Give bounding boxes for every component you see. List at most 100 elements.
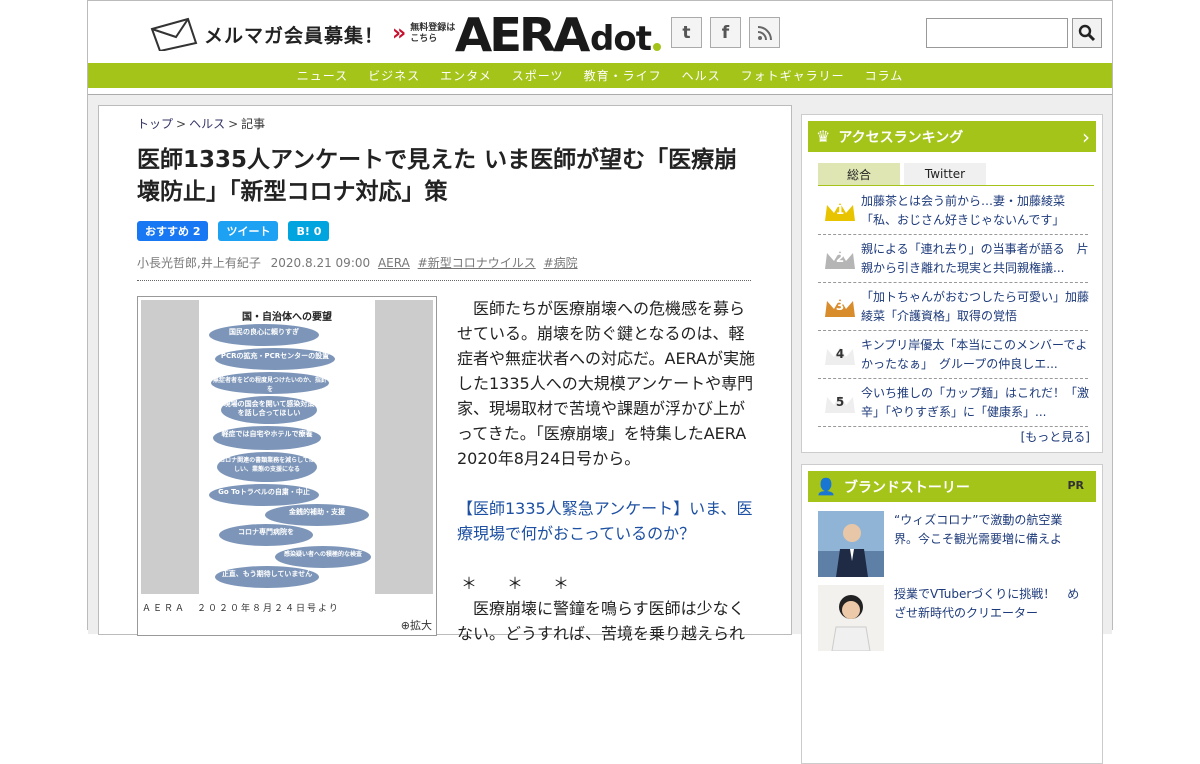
thumbnail-image [818, 585, 884, 651]
ranking-item-title: 今いち推しの「カップ麺」はこれだ！「激辛」「やりすぎ系」に「健康系」... [861, 386, 1089, 419]
ranking-tabs: 総合 Twitter [818, 163, 986, 185]
share-buttons: おすすめ 2 ツイート B! 0 [137, 221, 330, 241]
tag-hospital[interactable]: #病院 [544, 256, 578, 270]
nav-item-photo[interactable]: フォトギャラリー [731, 67, 855, 84]
search-button[interactable] [1072, 18, 1102, 48]
related-link[interactable]: 【医師1335人緊急アンケート】いま、医療現場で何がおこっているのか？ [457, 496, 757, 546]
mailmag-text: メルマガ会員募集！ [204, 24, 385, 47]
section-break: ＊＊＊ [461, 574, 600, 593]
nav-item-business[interactable]: ビジネス [358, 67, 430, 84]
poster-title: 国・自治体への要望 [242, 312, 332, 323]
search-input[interactable] [926, 18, 1068, 48]
search-box [926, 18, 1102, 48]
ranking-item[interactable]: 3 「加トちゃんがおむつしたら可愛い」加藤綾菜「介護資格」取得の覚悟 [818, 283, 1089, 331]
poster-bubble: コロナ関連の書類業務を減らしてほしい、業態の支援になる [217, 452, 317, 482]
main-nav: ニュース ビジネス エンタメ スポーツ 教育・ライフ ヘルス フォトギャラリー … [88, 63, 1112, 88]
mailmag-small-line2: こちら [410, 34, 438, 44]
mailmag-small: 無料登録は こちら [410, 23, 456, 45]
tab-overall[interactable]: 総合 [818, 163, 900, 185]
zoom-button[interactable]: ⊕拡大 [401, 617, 432, 633]
ranking-item-title: 「加トちゃんがおむつしたら可愛い」加藤綾菜「介護資格」取得の覚悟 [861, 290, 1089, 323]
more-link[interactable]: [もっと見る] [1021, 428, 1090, 445]
poster-bubble: 国民の良心に頼りすぎ [209, 324, 319, 346]
facebook-share-button[interactable]: おすすめ 2 [137, 221, 209, 241]
rank-number: 3 [835, 299, 845, 313]
chevron-right-icon: > [228, 117, 239, 131]
tab-twitter[interactable]: Twitter [904, 163, 986, 185]
nav-item-health[interactable]: ヘルス [672, 67, 731, 84]
ranking-item[interactable]: 2 親による「連れ去り」の当事者が語る 片親から引き離れた現実と共同親権議... [818, 235, 1089, 283]
facebook-icon[interactable]: f [710, 17, 741, 48]
nav-item-column[interactable]: コラム [855, 67, 914, 84]
chevron-right-icon: > [176, 117, 187, 131]
zoom-label: 拡大 [410, 619, 432, 632]
page-title: 医師1335人アンケートで見えた いま医師が望む「医療崩壊防止」「新型コロナ対応… [137, 147, 738, 205]
logo-aera: AERA [454, 8, 591, 62]
byline: 小長光哲郎,井上有紀子 2020.8.21 09:00 AERA #新型コロナウ… [137, 254, 578, 271]
chevron-right-icon: › [1082, 125, 1090, 149]
tag-aera[interactable]: AERA [378, 256, 410, 270]
body-paragraph: 医師たちが医療崩壊への危機感を募らせている。崩壊を防ぐ鍵となるのは、軽症者や無症… [457, 299, 755, 468]
breadcrumb: トップ > ヘルス > 記事 [137, 115, 265, 132]
envelope-icon [148, 17, 200, 53]
tab-underline [818, 185, 1094, 186]
ranking-item[interactable]: 4 キンプリ岸優太「本当にこのメンバーでよかったなぁ」 グループの仲良しエ... [818, 331, 1088, 379]
breadcrumb-section[interactable]: ヘルス [189, 117, 225, 131]
ranking-panel: ♛ アクセスランキング › 総合 Twitter 1 加藤茶とは会う前から…妻・… [801, 114, 1103, 453]
poster-image: 国・自治体への要望 国民の良心に頼りすぎ PCRの拡充・PCRセンターの設置 無… [199, 300, 375, 594]
poster-bubble: Go Toトラベルの自粛・中止 [209, 484, 319, 506]
nav-item-entame[interactable]: エンタメ [430, 67, 502, 84]
tag-covid[interactable]: #新型コロナウイルス [418, 256, 536, 270]
rank-number: 1 [835, 203, 845, 217]
mailmag-banner[interactable]: メルマガ会員募集！ » 無料登録は こちら [148, 17, 456, 53]
article-body: 医師たちが医療崩壊への危機感を募らせている。崩壊を防ぐ鍵となるのは、軽症者や無症… [457, 296, 757, 646]
nav-item-education[interactable]: 教育・ライフ [574, 67, 672, 84]
rss-icon[interactable] [749, 17, 780, 48]
hatena-bookmark-button[interactable]: B! 0 [288, 221, 330, 241]
poster-bubble: 現場の国会を開いて感染対策を話し合ってほしい [221, 396, 317, 424]
poster-bubble: 正直、もう期待していません [215, 566, 319, 588]
brand-story-item[interactable]: 授業でVTuberづくりに挑戦！ めざせ新時代のクリエーター [818, 585, 1094, 651]
chevron-right-icon: » [392, 21, 407, 46]
thumbnail-image [818, 511, 884, 577]
ranking-title: アクセスランキング [838, 129, 964, 146]
brand-story-title: ブランドストーリー [843, 479, 970, 496]
breadcrumb-home[interactable]: トップ [137, 117, 173, 131]
social-links: t f [671, 17, 780, 48]
twitter-icon[interactable]: t [671, 17, 702, 48]
brand-story-header: 👤 ブランドストーリー PR [808, 471, 1096, 502]
authors: 小長光哲郎,井上有紀子 [137, 256, 261, 270]
poster-bubble: 無症者者をどの程度見つけたいのか、指針を [211, 372, 329, 394]
brand-story-item-title: 授業でVTuberづくりに挑戦！ めざせ新時代のクリエーター [894, 587, 1080, 620]
crown-icon: ♛ [816, 127, 831, 146]
brand-story-item-title: “ウィズコロナ”で激動の航空業界。今こそ観光需要増に備えよ [894, 513, 1063, 546]
logo-dot-mark [653, 43, 661, 51]
site-logo[interactable]: AERA dot [454, 7, 661, 62]
poster-bubble: 軽症では自宅やホテルで療養 [213, 426, 321, 450]
ranking-item[interactable]: 1 加藤茶とは会う前から…妻・加藤綾菜「私、おじさん好きじゃないんです」 [818, 187, 1088, 235]
rank-number: 2 [835, 251, 845, 265]
pr-badge: PR [1067, 479, 1084, 492]
tweet-button[interactable]: ツイート [218, 221, 279, 241]
article: トップ > ヘルス > 記事 医師1335人アンケートで見えた いま医師が望む「医療崩壊… [98, 105, 792, 643]
divider [137, 280, 751, 281]
nav-item-news[interactable]: ニュース [287, 67, 358, 84]
brand-story-panel: 👤 ブランドストーリー PR “ウィズコロナ”で激動の航空業界。今こそ観光需要増… [801, 464, 1103, 764]
article-figure[interactable]: 国・自治体への要望 国民の良心に頼りすぎ PCRの拡充・PCRセンターの設置 無… [137, 296, 437, 636]
ranking-header[interactable]: ♛ アクセスランキング › [808, 121, 1096, 152]
nav-item-sports[interactable]: スポーツ [502, 67, 574, 84]
rank-number: 4 [835, 347, 845, 361]
brand-story-item[interactable]: “ウィズコロナ”で激動の航空業界。今こそ観光需要増に備えよ [818, 511, 1094, 577]
publish-date: 2020.8.21 09:00 [270, 256, 371, 270]
figure-caption: ＡＥＲＡ ２０２０年８月２４日号より [142, 604, 340, 614]
site-header: メルマガ会員募集！ » 無料登録は こちら AERA dot t f [88, 0, 1112, 63]
rank-number: 5 [835, 395, 845, 409]
body-paragraph: 医療崩壊に警鐘を鳴らす医師は少なくない。どうすれば、苦境を乗り越えられ [457, 599, 746, 643]
poster-bubble: 金銭的補助・支援 [265, 504, 369, 526]
ranking-item-title: 親による「連れ去り」の当事者が語る 片親から引き離れた現実と共同親権議... [861, 242, 1089, 275]
search-icon [1078, 24, 1096, 42]
poster-bubble: 感染疑い者への積極的な検査 [275, 546, 371, 568]
ranking-item[interactable]: 5 今いち推しの「カップ麺」はこれだ！「激辛」「やりすぎ系」に「健康系」... [818, 379, 1089, 427]
breadcrumb-current: 記事 [241, 117, 266, 131]
logo-dot: dot [590, 19, 652, 59]
